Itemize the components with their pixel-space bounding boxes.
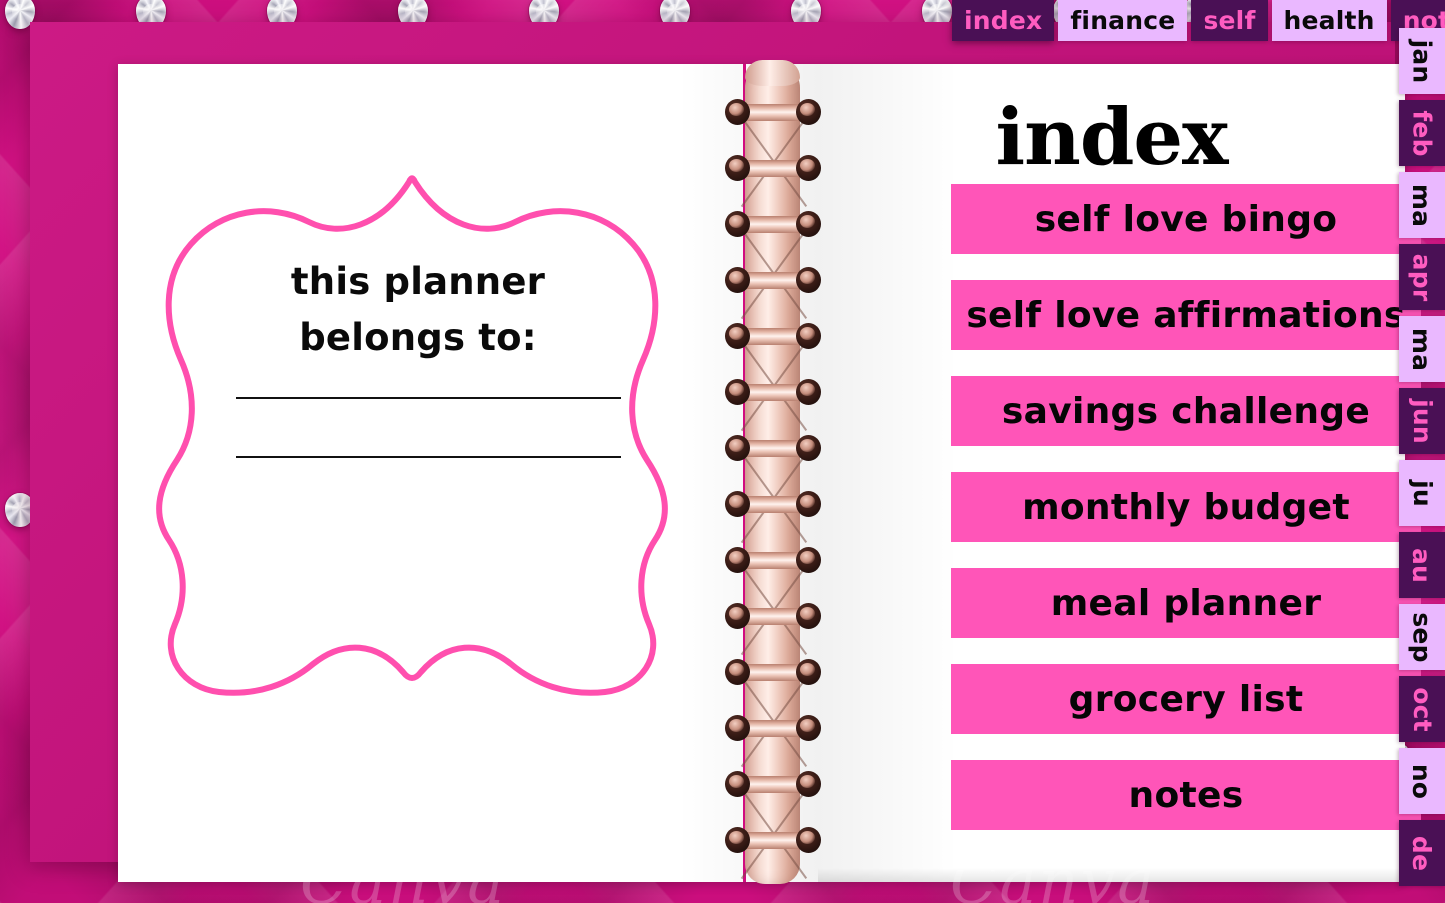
month-tab-jun-5[interactable]: jun [1399, 388, 1445, 454]
month-tab-label: ma [1407, 327, 1437, 371]
index-item-label: monthly budget [1022, 486, 1350, 528]
spiral-ring [723, 491, 823, 517]
spiral-ring-cap-left [725, 379, 750, 405]
spiral-ring [723, 379, 823, 405]
index-item-label: grocery list [1068, 678, 1304, 720]
month-tab-no-10[interactable]: no [1399, 748, 1445, 814]
month-tab-bar: jan feb ma apr ma jun ju au sep oct no de [1399, 28, 1445, 886]
spiral-ring-cap-left [725, 435, 750, 461]
month-tab-label: de [1407, 835, 1437, 871]
month-tab-label: no [1407, 763, 1437, 799]
index-item-label: self love bingo [1034, 198, 1338, 240]
planner-screen: Canva this planner belongs to: [0, 0, 1445, 903]
month-tab-oct-9[interactable]: oct [1399, 676, 1445, 742]
month-tab-apr-3[interactable]: apr [1399, 244, 1445, 310]
spiral-ring [723, 155, 823, 181]
month-tab-label: ju [1407, 479, 1437, 507]
belongs-line-2: belongs to: [299, 315, 537, 359]
spiral-ring [723, 211, 823, 237]
spiral-ring [723, 771, 823, 797]
month-tab-label: apr [1407, 253, 1437, 301]
spiral-ring-cap-left [725, 211, 750, 237]
planner-pages: this planner belongs to: index self love… [118, 60, 1421, 884]
right-page: index self love bingo self love affirmati… [818, 64, 1421, 882]
index-item-notes[interactable]: notes [951, 760, 1421, 830]
owner-name-line-2[interactable] [236, 456, 621, 458]
spiral-ring [723, 99, 823, 125]
spiral-ring-cap-left [725, 715, 750, 741]
spiral-ring-cap-left [725, 547, 750, 573]
spiral-ring-cap-left [725, 771, 750, 797]
month-tab-label: au [1407, 547, 1437, 583]
section-tab-bar: indexfinanceselfhealthnotes [952, 0, 1445, 41]
index-item-label: savings challenge [1001, 390, 1371, 432]
index-item-grocery-list[interactable]: grocery list [951, 664, 1421, 734]
spine-top-cap [745, 60, 800, 86]
index-item-label: notes [1128, 774, 1244, 816]
index-item-self-love-affirmations[interactable]: self love affirmations [951, 280, 1421, 350]
tab-index[interactable]: index [952, 0, 1055, 41]
spiral-ring-cap-left [725, 491, 750, 517]
spiral-ring [723, 547, 823, 573]
left-page: this planner belongs to: [118, 64, 730, 882]
spiral-ring-cap-left [725, 323, 750, 349]
spiral-ring-cap-left [725, 827, 750, 853]
month-tab-au-7[interactable]: au [1399, 532, 1445, 598]
index-item-savings-challenge[interactable]: savings challenge [951, 376, 1421, 446]
month-tab-label: ma [1407, 183, 1437, 227]
spiral-ring [723, 715, 823, 741]
spiral-binding [723, 60, 823, 884]
month-tab-de-11[interactable]: de [1399, 820, 1445, 886]
spiral-ring [723, 323, 823, 349]
spiral-ring-cap-left [725, 155, 750, 181]
spiral-ring-cap-left [725, 267, 750, 293]
spine-bar [745, 62, 800, 884]
spiral-ring [723, 659, 823, 685]
page-title: index [995, 92, 1228, 183]
belongs-line-1: this planner [290, 260, 546, 303]
spiral-ring [723, 267, 823, 293]
month-tab-label: oct [1407, 686, 1437, 732]
month-tab-ma-4[interactable]: ma [1399, 316, 1445, 382]
planner-cover: this planner belongs to: index self love… [30, 22, 1421, 884]
spiral-ring-cap-left [725, 99, 750, 125]
month-tab-ma-2[interactable]: ma [1399, 172, 1445, 238]
tab-health[interactable]: health [1271, 0, 1387, 41]
spiral-ring [723, 603, 823, 629]
tab-finance[interactable]: finance [1058, 0, 1188, 41]
month-tab-label: jun [1407, 398, 1437, 444]
index-link-list: self love bingo self love affirmations sav… [951, 184, 1421, 856]
spiral-ring-cap-left [725, 603, 750, 629]
month-tab-label: sep [1407, 611, 1437, 663]
belongs-to-label: this planner belongs to: [178, 254, 658, 365]
index-item-label: meal planner [1050, 582, 1322, 624]
index-item-label: self love affirmations [966, 294, 1406, 336]
spiral-ring [723, 435, 823, 461]
month-tab-ju-6[interactable]: ju [1399, 460, 1445, 526]
month-tab-label: feb [1407, 109, 1437, 157]
tab-self[interactable]: self [1191, 0, 1268, 41]
month-tab-sep-8[interactable]: sep [1399, 604, 1445, 670]
owner-name-line-1[interactable] [236, 397, 621, 399]
index-item-meal-planner[interactable]: meal planner [951, 568, 1421, 638]
index-item-self-love-bingo[interactable]: self love bingo [951, 184, 1421, 254]
ornate-frame-decoration [143, 164, 688, 704]
spiral-ring [723, 827, 823, 853]
index-item-monthly-budget[interactable]: monthly budget [951, 472, 1421, 542]
spiral-ring-cap-left [725, 659, 750, 685]
month-tab-jan-0[interactable]: jan [1399, 28, 1445, 94]
month-tab-label: jan [1407, 39, 1437, 83]
month-tab-feb-1[interactable]: feb [1399, 100, 1445, 166]
